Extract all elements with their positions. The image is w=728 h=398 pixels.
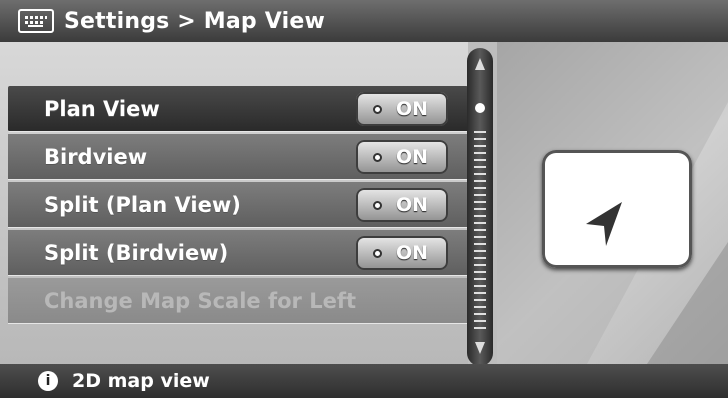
indicator-icon [373,200,382,210]
info-icon: i [38,371,58,391]
header-bar: Settings > Map View [0,0,728,42]
toggle-label: ON [396,146,429,168]
menu-item-label: Plan View [44,96,160,121]
position-arrow-icon [586,202,622,246]
toggle-label: ON [396,98,429,120]
toggle-plan-view[interactable]: ON [356,92,448,126]
toggle-split-birdview[interactable]: ON [356,236,448,270]
menu-item-plan-view[interactable]: Plan View ON [8,86,468,132]
menu-item-split-birdview[interactable]: Split (Birdview) ON [8,230,468,276]
scroll-thumb-icon[interactable] [475,103,485,113]
map-preview [542,150,692,268]
indicator-icon [373,152,382,162]
menu-item-label: Split (Plan View) [44,192,241,217]
map-view-settings-screen: Settings > Map View Plan View ON Birdvie… [0,0,728,398]
indicator-icon [373,104,382,114]
scrollbar[interactable] [463,48,497,366]
menu-item-label: Birdview [44,144,148,169]
help-text: 2D map view [72,370,210,392]
menu-item-label: Split (Birdview) [44,240,229,265]
indicator-icon [373,248,382,258]
menu-item-birdview[interactable]: Birdview ON [8,134,468,180]
keyboard-icon [18,9,54,33]
toggle-label: ON [396,242,429,264]
menu-item-label: Change Map Scale for Left [44,288,357,313]
page-title: Settings > Map View [64,8,325,34]
toggle-birdview[interactable]: ON [356,140,448,174]
toggle-label: ON [396,194,429,216]
footer-bar: i 2D map view [0,364,728,398]
menu-item-split-plan-view[interactable]: Split (Plan View) ON [8,182,468,228]
menu-item-change-map-scale: Change Map Scale for Left [8,278,468,324]
toggle-split-plan-view[interactable]: ON [356,188,448,222]
